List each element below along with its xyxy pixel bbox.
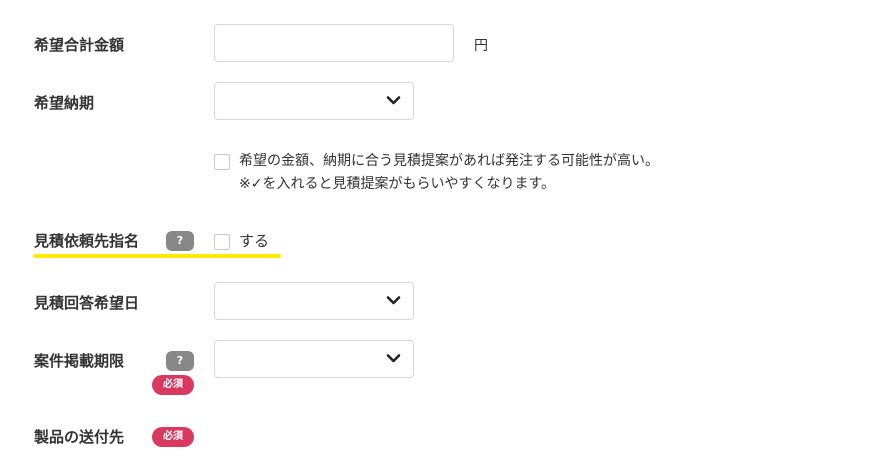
vendor-designation-checkbox[interactable] bbox=[214, 234, 230, 250]
listing-deadline-help-icon[interactable]: ? bbox=[166, 351, 194, 371]
vendor-designation-help-icon[interactable]: ? bbox=[166, 231, 194, 251]
total-amount-input[interactable] bbox=[214, 24, 454, 62]
shipping-destination-required-badge: 必須 bbox=[152, 427, 194, 447]
budget-commitment-text: 希望の金額、納期に合う見積提案があれば発注する可能性が高い。 bbox=[239, 153, 659, 169]
listing-deadline-select[interactable] bbox=[214, 340, 414, 378]
reply-date-label: 見積回答希望日 bbox=[34, 294, 140, 312]
yen-unit-label: 円 bbox=[474, 38, 488, 54]
vendor-designation-checkbox-label[interactable]: する bbox=[239, 230, 269, 253]
total-amount-label: 希望合計金額 bbox=[34, 36, 125, 54]
delivery-date-select[interactable] bbox=[214, 82, 414, 120]
listing-deadline-label: 案件掲載期限 bbox=[34, 352, 125, 370]
delivery-date-label: 希望納期 bbox=[34, 94, 95, 112]
chevron-down-icon bbox=[386, 96, 401, 105]
listing-deadline-required-badge: 必須 bbox=[152, 375, 194, 395]
budget-commitment-checkbox[interactable] bbox=[214, 154, 230, 170]
shipping-destination-label: 製品の送付先 bbox=[34, 428, 125, 446]
chevron-down-icon bbox=[386, 296, 401, 305]
highlight-underline bbox=[33, 254, 281, 258]
budget-commitment-hint: ※✓を入れると見積提案がもらいやすくなります。 bbox=[239, 176, 556, 192]
vendor-designation-label: 見積依頼先指名 bbox=[34, 232, 140, 250]
reply-date-select[interactable] bbox=[214, 282, 414, 320]
chevron-down-icon bbox=[386, 354, 401, 363]
